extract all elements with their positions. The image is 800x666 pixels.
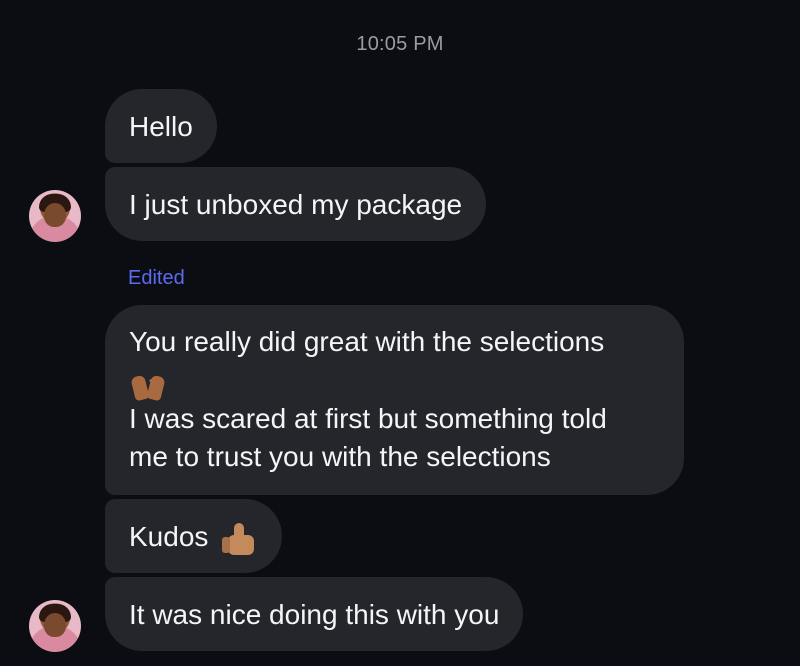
message-bubble[interactable]: It was nice doing this with you bbox=[105, 577, 524, 651]
message-text-line: me to trust you with the selections bbox=[129, 440, 551, 472]
message-text-line: I was scared at first but something told bbox=[129, 402, 607, 434]
message-bubble[interactable]: Kudos bbox=[105, 499, 283, 573]
message-text: It was nice doing this with you bbox=[129, 599, 500, 630]
raising-hands-emoji: ' ' ' bbox=[129, 364, 167, 401]
chat-thread: 10:05 PM Hello I just unboxed my package… bbox=[0, 0, 800, 666]
message-bubble[interactable]: Hello bbox=[105, 89, 217, 163]
edited-label[interactable]: Edited bbox=[128, 267, 185, 290]
message-emoji-line: ' ' ' bbox=[129, 361, 660, 401]
thumb-cuff-shape bbox=[222, 536, 231, 553]
message-text: Kudos bbox=[129, 521, 209, 552]
message-bubble[interactable]: I just unboxed my package bbox=[105, 167, 487, 241]
sender-avatar[interactable] bbox=[29, 190, 81, 242]
message-text: I just unboxed my package bbox=[129, 189, 463, 220]
message-bubble[interactable]: You really did great with the selections… bbox=[105, 305, 684, 495]
sender-avatar[interactable] bbox=[29, 600, 81, 652]
thumbs-up-emoji bbox=[222, 521, 258, 557]
message-text-line: You really did great with the selections bbox=[129, 326, 605, 357]
avatar-face bbox=[44, 203, 66, 227]
message-text: Hello bbox=[129, 111, 193, 142]
avatar-face bbox=[44, 613, 66, 637]
message-timestamp: 10:05 PM bbox=[356, 33, 444, 55]
thumb-up-shape bbox=[234, 522, 245, 539]
